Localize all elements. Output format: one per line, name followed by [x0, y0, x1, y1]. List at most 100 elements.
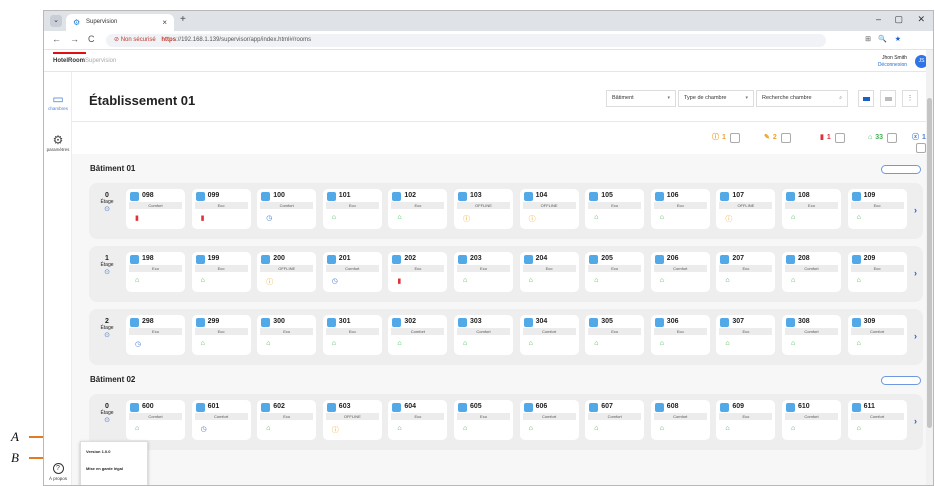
scrollbar-thumb[interactable]: [927, 98, 932, 428]
room-card[interactable]: 101 Eco ⌂: [322, 189, 382, 229]
room-card[interactable]: 202 Eco ▮: [388, 252, 448, 292]
room-card[interactable]: 104 OFFLINE ⓘ: [519, 189, 579, 229]
legal-notice-link[interactable]: Mise en garde légal: [86, 466, 123, 471]
building-select[interactable]: Bâtiment ▾: [606, 90, 676, 107]
room-card[interactable]: 200 OFFLINE ⓘ: [257, 252, 317, 292]
room-card[interactable]: 207 Eco ⌂: [716, 252, 776, 292]
filter-checkbox[interactable]: [834, 133, 845, 143]
room-card[interactable]: 601 Comfort ◷: [191, 400, 251, 440]
room-card[interactable]: 208 Comfort ⌂: [782, 252, 841, 292]
sidebar-item-about[interactable]: ? À propos: [44, 463, 72, 481]
room-card[interactable]: 106 Eco ⌂: [650, 189, 710, 229]
search-icon: ⌕: [839, 95, 842, 101]
status-filter-wrench[interactable]: ✎ 2: [764, 133, 791, 143]
room-icon: [326, 192, 336, 201]
room-card[interactable]: 299 Eco ⌂: [191, 315, 251, 355]
building-collapse-toggle[interactable]: [881, 376, 921, 385]
maximize-button[interactable]: ▢: [894, 14, 903, 25]
room-card[interactable]: 605 Eco ⌂: [454, 400, 513, 440]
tab-close-button[interactable]: ×: [162, 14, 167, 31]
next-arrow-icon[interactable]: ›: [914, 205, 917, 215]
room-mode: Eco: [391, 265, 445, 272]
room-card[interactable]: 610 Comfort ⌂: [782, 400, 841, 440]
room-card[interactable]: 102 Eco ⌂: [388, 189, 448, 229]
room-card[interactable]: 307 Eco ⌂: [716, 315, 776, 355]
minimize-button[interactable]: –: [876, 14, 881, 24]
status-filter-battery[interactable]: ▮ 1: [820, 133, 845, 143]
room-card[interactable]: 604 Eco ⌂: [388, 400, 448, 440]
room-card[interactable]: 198 Eco ⌂: [126, 252, 185, 292]
room-number: 606: [535, 403, 548, 410]
floor-info-icon[interactable]: ⊙: [95, 205, 119, 213]
floor-info-icon[interactable]: ⊙: [95, 416, 119, 424]
user-info: Jhon Smith Déconnexion: [878, 55, 907, 69]
room-card[interactable]: 309 Comfort ⌂: [847, 315, 907, 355]
room-card[interactable]: 602 Eco ⌂: [257, 400, 317, 440]
floor-info-icon[interactable]: ⊙: [95, 268, 119, 276]
building-collapse-toggle[interactable]: [881, 165, 921, 174]
filter-checkbox[interactable]: [916, 143, 926, 153]
room-card[interactable]: 209 Eco ⌂: [847, 252, 907, 292]
room-card[interactable]: 300 Eco ⌂: [257, 315, 317, 355]
new-tab-button[interactable]: +: [180, 14, 186, 25]
filter-checkbox[interactable]: [780, 133, 791, 143]
sidebar-item-rooms[interactable]: ▭ chambres: [44, 92, 72, 111]
room-card[interactable]: 608 Comfort ⌂: [650, 400, 710, 440]
logout-link[interactable]: Déconnexion: [878, 62, 907, 69]
room-card[interactable]: 201 Comfort ◷: [322, 252, 382, 292]
url-field[interactable]: ⊘ Non sécurisé https://192.168.1.139/sup…: [106, 34, 826, 47]
room-search-input[interactable]: Recherche chambre ⌕: [756, 90, 848, 107]
filter-checkbox[interactable]: [887, 133, 898, 143]
close-window-button[interactable]: ✕: [917, 14, 925, 25]
room-card[interactable]: 600 Comfort ⌂: [126, 400, 185, 440]
room-card[interactable]: 609 Eco ⌂: [716, 400, 776, 440]
room-card[interactable]: 107 OFFLINE ⓘ: [716, 189, 776, 229]
room-card[interactable]: 205 Eco ⌂: [585, 252, 645, 292]
zoom-icon[interactable]: 🔍: [878, 35, 887, 43]
sidebar-item-settings[interactable]: ⚙ paramètres: [44, 133, 72, 152]
room-card[interactable]: 298 Eco ◷: [126, 315, 185, 355]
grid-view-toggle[interactable]: [880, 90, 896, 107]
reload-button[interactable]: C: [88, 34, 95, 44]
room-card[interactable]: 611 Comfort ⌂: [847, 400, 907, 440]
room-card[interactable]: 606 Comfort ⌂: [519, 400, 579, 440]
scrollbar[interactable]: [926, 50, 933, 485]
signal-icon: ⌂: [135, 277, 140, 284]
status-filter-signal[interactable]: ⌂ 33: [868, 133, 898, 143]
more-options-button[interactable]: ⋮: [902, 90, 918, 107]
room-card[interactable]: 305 Eco ⌂: [585, 315, 645, 355]
room-card[interactable]: 203 Eco ⌂: [454, 252, 513, 292]
next-arrow-icon[interactable]: ›: [914, 268, 917, 278]
browser-tab[interactable]: ⚙ Supervision ×: [66, 14, 174, 31]
filter-checkbox[interactable]: [729, 133, 740, 143]
floor-info-icon[interactable]: ⊙: [95, 331, 119, 339]
bookmark-star-icon[interactable]: ★: [895, 35, 901, 43]
room-card[interactable]: 603 OFFLINE ⓘ: [322, 400, 382, 440]
translate-icon[interactable]: ⊞: [865, 35, 871, 43]
room-type-select[interactable]: Type de chambre ▾: [678, 90, 754, 107]
room-card[interactable]: 308 Comfort ⌂: [782, 315, 841, 355]
next-arrow-icon[interactable]: ›: [914, 416, 917, 426]
back-button[interactable]: ←: [52, 34, 61, 44]
room-card[interactable]: 306 Eco ⌂: [650, 315, 710, 355]
tab-menu-button[interactable]: ⌄: [50, 15, 62, 27]
room-card[interactable]: 301 Eco ⌂: [322, 315, 382, 355]
room-card[interactable]: 303 Comfort ⌂: [454, 315, 513, 355]
room-card[interactable]: 607 Comfort ⌂: [585, 400, 645, 440]
next-arrow-icon[interactable]: ›: [914, 331, 917, 341]
room-card[interactable]: 204 Eco ⌂: [519, 252, 579, 292]
list-view-toggle[interactable]: [858, 90, 874, 107]
room-card[interactable]: 108 Eco ⌂: [782, 189, 841, 229]
room-card[interactable]: 100 Comfort ◷: [257, 189, 317, 229]
room-card[interactable]: 098 Comfort ▮: [126, 189, 185, 229]
forward-button[interactable]: →: [70, 34, 79, 44]
room-card[interactable]: 206 Comfort ⌂: [650, 252, 710, 292]
room-card[interactable]: 199 Eco ⌂: [191, 252, 251, 292]
room-card[interactable]: 099 Eco ▮: [191, 189, 251, 229]
room-card[interactable]: 304 Comfort ⌂: [519, 315, 579, 355]
room-card[interactable]: 105 Eco ⌂: [585, 189, 645, 229]
status-filter-alert[interactable]: ⓘ 1: [712, 133, 740, 143]
room-card[interactable]: 103 OFFLINE ⓘ: [454, 189, 513, 229]
room-card[interactable]: 302 Comfort ⌂: [388, 315, 448, 355]
room-card[interactable]: 109 Eco ⌂: [847, 189, 907, 229]
